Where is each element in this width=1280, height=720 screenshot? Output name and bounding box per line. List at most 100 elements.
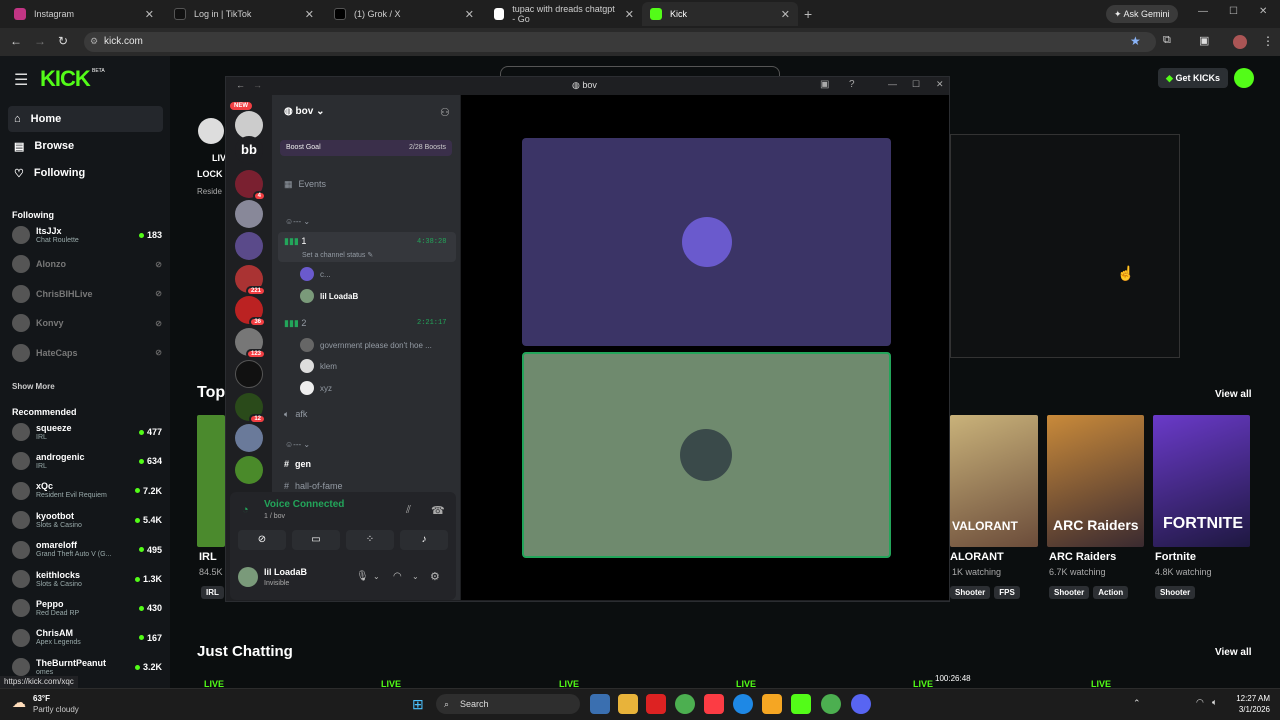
voice-user[interactable]: xyz (300, 380, 332, 396)
server-icon[interactable]: bb (235, 136, 263, 164)
tab-tiktok[interactable]: Log in | TikTok ✕ (166, 2, 322, 26)
profile-avatar[interactable] (1233, 35, 1247, 49)
voice-user[interactable]: lil LoadaB (300, 288, 358, 304)
server-icon[interactable] (235, 360, 263, 388)
headphones-icon[interactable]: ◠ (393, 571, 402, 582)
category-tag[interactable]: IRL (201, 586, 224, 599)
server-icon[interactable]: 123 (235, 328, 266, 359)
channel-category[interactable]: ☺--- ⌄ (285, 440, 310, 449)
close-tab-icon[interactable]: ✕ (781, 8, 790, 21)
avatar[interactable] (238, 567, 258, 587)
channel-category[interactable]: ☺--- ⌄ (285, 217, 310, 226)
sidebar-channel-item[interactable]: kyootbot Slots & Casino 5.4K (12, 507, 162, 533)
server-icon[interactable] (235, 200, 263, 228)
events-item[interactable]: ▦ Events (278, 175, 456, 193)
add-member-icon[interactable]: ⚇ (440, 106, 450, 119)
chevron-up-icon[interactable]: ⌃ (1133, 698, 1141, 709)
url-bar[interactable]: kick.com (84, 32, 1156, 52)
settings-gear-icon[interactable]: ⚙ (430, 570, 440, 583)
activities-button[interactable]: ⁘ (346, 530, 394, 550)
weather-icon[interactable]: ☁ (12, 694, 26, 711)
featured-stream-player[interactable] (950, 134, 1180, 358)
boost-goal-bar[interactable]: Boost Goal 2/28 Boosts (280, 140, 452, 156)
wifi-icon[interactable]: ◠ (1196, 697, 1204, 708)
category-card-fortnite[interactable]: FORTNITE (1153, 415, 1250, 547)
tab-google[interactable]: tupac with dreads chatgpt - Go ✕ (486, 2, 642, 26)
close-icon[interactable]: ✕ (936, 79, 944, 90)
bookmark-star-icon[interactable]: ★ (1130, 34, 1141, 48)
back-icon[interactable]: ← (236, 80, 245, 90)
category-tag[interactable]: Shooter (1155, 586, 1196, 599)
sidebar-channel-item[interactable]: ChrisAM Apex Legends 167 (12, 625, 162, 651)
channel-status[interactable]: Set a channel status ✎ (302, 251, 373, 259)
server-icon[interactable]: 12 (235, 393, 266, 424)
file-explorer-icon[interactable] (618, 694, 638, 714)
new-tab-icon[interactable]: + (804, 6, 812, 22)
mail-icon[interactable] (590, 694, 610, 714)
soundboard-button[interactable]: ♪ (400, 530, 448, 550)
text-channel-gen[interactable]: # gen (278, 455, 456, 473)
server-icon[interactable] (235, 232, 263, 260)
kick-logo[interactable]: KICK (40, 66, 91, 92)
sidebar-channel-item[interactable]: xQc Resident Evil Requiem 7.2K (12, 478, 162, 504)
view-all-top-link[interactable]: View all (1215, 389, 1252, 400)
kick-app-icon[interactable] (791, 694, 811, 714)
disconnect-icon[interactable]: ☎ (431, 504, 445, 517)
afk-channel[interactable]: 🔈︎ afk (278, 405, 456, 423)
tab-kick[interactable]: Kick ✕ (642, 2, 798, 26)
camera-off-button[interactable]: ⊘ (238, 530, 286, 550)
clock-date[interactable]: 3/1/2026 (1232, 705, 1270, 714)
sidebar-channel-item[interactable]: ChrisBIHLive ⊘ (12, 281, 162, 307)
category-tag[interactable]: Shooter (950, 586, 991, 599)
server-name-header[interactable]: ◍ bov ⌄ (284, 106, 324, 117)
sidebar-channel-item[interactable]: omareloff Grand Theft Auto V (G... 495 (12, 537, 162, 563)
user-avatar[interactable] (1234, 68, 1254, 88)
category-tag[interactable]: Action (1093, 586, 1129, 599)
sidebar-channel-item[interactable]: HateCaps ⊘ (12, 340, 162, 366)
sidebar-channel-item[interactable]: keithlocks Slots & Casino 1.3K (12, 566, 162, 592)
minimize-icon[interactable]: — (888, 79, 897, 89)
category-card-irl[interactable] (197, 415, 225, 547)
taskbar-search[interactable]: ⌕ Search (436, 694, 580, 714)
nav-home[interactable]: ⌂ Home (8, 106, 163, 132)
sidebar-channel-item[interactable]: androgenic IRL 634 (12, 448, 162, 474)
category-card-valorant[interactable]: VALORANT (950, 415, 1038, 547)
noise-suppression-icon[interactable]: ⫽ (406, 504, 411, 517)
chevron-down-icon[interactable]: ⌄ (373, 572, 380, 581)
maximize-icon[interactable]: ☐ (1229, 6, 1238, 17)
chrome-icon[interactable] (821, 694, 841, 714)
category-tag[interactable]: FPS (994, 586, 1020, 599)
view-all-chatting-link[interactable]: View all (1215, 647, 1252, 658)
clock-time[interactable]: 12:27 AM (1232, 694, 1270, 703)
close-window-icon[interactable]: ✕ (1259, 6, 1267, 17)
show-more-link[interactable]: Show More (12, 382, 55, 391)
discord-icon[interactable] (851, 694, 871, 714)
voice-user[interactable]: c... (300, 266, 331, 282)
close-tab-icon[interactable]: ✕ (625, 8, 634, 21)
server-icon[interactable] (235, 456, 263, 484)
edge-icon[interactable] (733, 694, 753, 714)
voice-user[interactable]: klem (300, 358, 337, 374)
close-tab-icon[interactable]: ✕ (305, 8, 314, 21)
get-kicks-button[interactable]: ◆ Get KICKs (1158, 68, 1228, 88)
chevron-down-icon[interactable]: ⌄ (412, 572, 419, 581)
voice-channel-2[interactable]: ▮▮▮ 2 (284, 318, 306, 329)
nav-following[interactable]: ♡ Following (8, 160, 163, 186)
inbox-icon[interactable]: ▣ (820, 79, 829, 90)
close-tab-icon[interactable]: ✕ (465, 8, 474, 21)
menu-dots-icon[interactable]: ⋮ (1262, 34, 1274, 48)
reload-icon[interactable]: ↻ (58, 34, 68, 48)
server-icon[interactable] (235, 424, 263, 452)
forward-icon[interactable]: → (253, 80, 262, 90)
microphone-icon[interactable]: 🎙︎ (356, 571, 369, 582)
server-icon[interactable]: 221 (235, 265, 266, 296)
site-info-icon[interactable]: ⚙ (90, 36, 98, 47)
ask-gemini-button[interactable]: ✦ Ask Gemini (1106, 5, 1178, 23)
nav-browse[interactable]: ▤ Browse (8, 133, 163, 159)
hamburger-icon[interactable]: ☰ (14, 70, 28, 90)
streamer-avatar[interactable] (198, 118, 224, 144)
server-icon[interactable] (235, 111, 263, 139)
forward-icon[interactable]: → (34, 34, 46, 48)
user-name[interactable]: lil LoadaB (264, 567, 307, 577)
sidebar-channel-item[interactable]: Alonzo ⊘ (12, 251, 162, 277)
